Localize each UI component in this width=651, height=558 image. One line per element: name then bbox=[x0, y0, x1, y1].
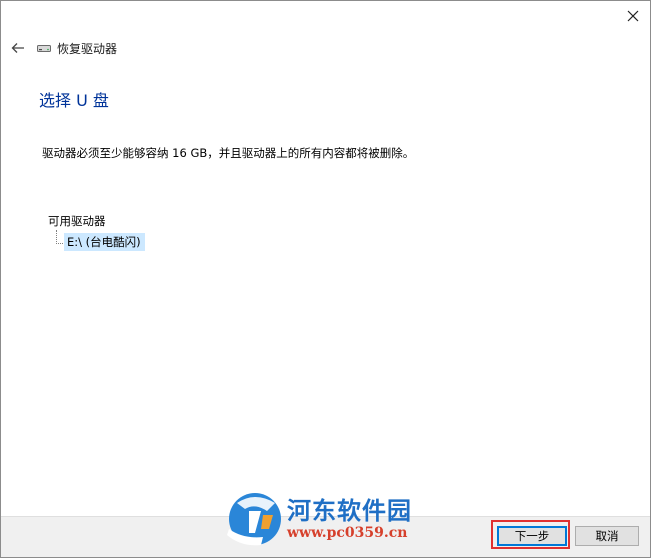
cancel-button[interactable]: 取消 bbox=[575, 526, 639, 546]
next-button[interactable]: 下一步 bbox=[497, 526, 567, 546]
close-button[interactable] bbox=[616, 1, 650, 31]
tree-group-label: 可用驱动器 bbox=[48, 214, 106, 228]
page-heading: 选择 U 盘 bbox=[39, 91, 109, 110]
drive-tree: 可用驱动器 E:\ (台电酷闪) bbox=[48, 212, 248, 272]
window-title: 恢复驱动器 bbox=[57, 41, 118, 56]
back-arrow-icon bbox=[11, 43, 24, 53]
requirement-text: 驱动器必须至少能够容纳 16 GB，并且驱动器上的所有内容都将被删除。 bbox=[42, 146, 415, 160]
recovery-drive-window: 恢复驱动器 选择 U 盘 驱动器必须至少能够容纳 16 GB，并且驱动器上的所有… bbox=[0, 0, 651, 558]
title-bar: 恢复驱动器 bbox=[9, 37, 117, 59]
usb-drive-icon bbox=[37, 45, 51, 52]
back-button[interactable] bbox=[9, 39, 27, 57]
drive-item-e[interactable]: E:\ (台电酷闪) bbox=[64, 233, 145, 251]
footer-bar: 下一步 取消 bbox=[1, 516, 650, 557]
tree-connector-line bbox=[56, 230, 63, 244]
close-icon bbox=[627, 10, 639, 22]
